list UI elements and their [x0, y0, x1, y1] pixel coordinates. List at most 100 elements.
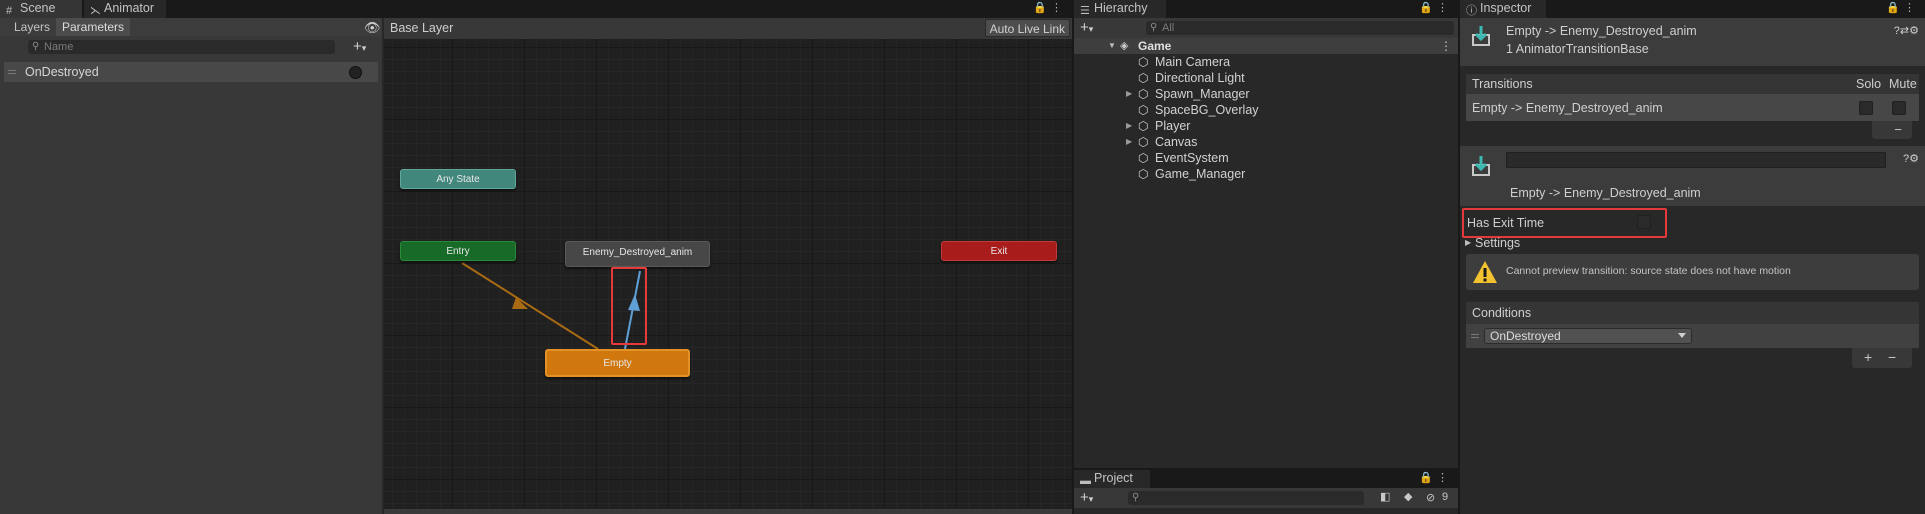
lock-and-menu-icon[interactable]: 🔒⋮	[1419, 471, 1452, 484]
tab-project[interactable]: ▬ Project	[1074, 470, 1150, 488]
expand-arrow-icon[interactable]: ▶	[1126, 134, 1132, 150]
project-window: ▬ Project 🔒⋮ +▾ ⚲ ◧ ◆ ⊘ 9	[1074, 470, 1458, 514]
node-entry-label: Entry	[446, 246, 470, 257]
remove-condition-button[interactable]: −	[1888, 349, 1896, 365]
inspector-subtitle: 1 AnimatorTransitionBase	[1506, 42, 1649, 56]
hierarchy-tabbar: ☰ Hierarchy 🔒⋮	[1074, 0, 1458, 18]
add-parameter-button[interactable]: +▾	[353, 39, 366, 56]
expand-arrow-icon[interactable]: ▶	[1126, 118, 1132, 134]
scene-row[interactable]: ▼ ◈ Game ⋮	[1074, 38, 1458, 54]
node-exit[interactable]: Exit	[941, 241, 1057, 261]
search-placeholder: Name	[44, 41, 74, 53]
graph-scrollbar[interactable]	[384, 509, 1072, 514]
scene-menu-icon[interactable]: ⋮	[1440, 38, 1452, 54]
transition-highlight-box	[611, 267, 647, 345]
tab-animator[interactable]: ⋋ Animator	[84, 0, 166, 18]
node-empty-label: Empty	[603, 358, 632, 369]
gameobject-cube-icon: ⬡	[1138, 151, 1149, 165]
hierarchy-item[interactable]: ⬡ Directional Light	[1138, 70, 1245, 86]
hierarchy-toolbar: +▾ ⚲ All	[1074, 18, 1458, 38]
hierarchy-item[interactable]: ⬡ Main Camera	[1138, 54, 1230, 70]
help-settings-icons[interactable]: ?⚙	[1903, 152, 1919, 165]
transition-lines	[461, 262, 641, 350]
tab-scene[interactable]: # Scene	[0, 0, 82, 18]
drag-handle-icon[interactable]	[1471, 334, 1479, 338]
solo-toggle[interactable]	[1859, 101, 1873, 115]
hierarchy-item-label: Player	[1155, 119, 1191, 133]
tab-animator-label: Animator	[104, 1, 155, 15]
project-search-input[interactable]: ⚲	[1128, 491, 1364, 505]
remove-transition-button[interactable]: −	[1894, 122, 1902, 137]
create-button[interactable]: +▾	[1080, 20, 1093, 37]
scene-name: Game	[1138, 39, 1172, 53]
tab-hierarchy[interactable]: ☰ Hierarchy	[1074, 0, 1166, 18]
hidden-packages-icon[interactable]: ⊘	[1426, 491, 1435, 504]
conditions-footer: + −	[1852, 348, 1912, 368]
drag-handle-icon[interactable]	[8, 70, 16, 74]
transition-asset-icon	[1470, 24, 1492, 48]
tab-layers[interactable]: Layers	[8, 18, 56, 36]
add-condition-button[interactable]: +	[1864, 349, 1872, 365]
expand-arrow-icon[interactable]: ▶	[1126, 86, 1132, 102]
inspector-window: ⓘ Inspector 🔒⋮ Empty -> Enemy_Destroyed_…	[1460, 0, 1925, 514]
warning-box: Cannot preview transition: source state …	[1466, 254, 1919, 290]
gameobject-cube-icon: ⬡	[1138, 103, 1149, 117]
hierarchy-item[interactable]: ⬡ Game_Manager	[1138, 166, 1245, 182]
inspector-tabbar: ⓘ Inspector 🔒⋮	[1460, 0, 1925, 18]
trigger-toggle[interactable]	[349, 66, 362, 79]
chevron-down-icon	[1678, 333, 1686, 338]
condition-parameter-value: OnDestroyed	[1490, 329, 1561, 343]
entry-transition-line[interactable]	[461, 262, 599, 350]
hierarchy-item[interactable]: ⬡ EventSystem	[1138, 150, 1229, 166]
hierarchy-item[interactable]: ▶ ⬡ Spawn_Manager	[1126, 86, 1250, 102]
parameter-row[interactable]: OnDestroyed	[4, 62, 378, 82]
hidden-count: 9	[1442, 491, 1449, 503]
node-any-state-label: Any State	[436, 174, 480, 185]
transition-detail-header: ?⚙ Empty -> Enemy_Destroyed_anim	[1460, 146, 1925, 206]
node-exit-label: Exit	[990, 246, 1008, 257]
project-toolbar: +▾ ⚲ ◧ ◆ ⊘ 9	[1074, 488, 1458, 508]
hierarchy-item-label: Canvas	[1155, 135, 1198, 149]
animator-graph[interactable]: Any State Entry Enemy_Destroyed_anim Exi…	[384, 39, 1072, 509]
tab-parameters[interactable]: Parameters	[56, 18, 131, 36]
conditions-label: Conditions	[1472, 306, 1532, 320]
transition-list-row[interactable]: Empty -> Enemy_Destroyed_anim	[1466, 94, 1919, 121]
tab-inspector[interactable]: ⓘ Inspector	[1460, 0, 1546, 18]
hierarchy-item[interactable]: ⬡ SpaceBG_Overlay	[1138, 102, 1259, 118]
parameters-panel: Layers Parameters ⚲ Name +▾ OnDestroyed	[0, 18, 382, 514]
settings-foldout[interactable]: Settings	[1475, 236, 1520, 250]
project-tabbar: ▬ Project 🔒⋮	[1074, 470, 1458, 488]
transition-name-field[interactable]	[1506, 152, 1886, 168]
node-enemy-destroyed-anim[interactable]: Enemy_Destroyed_anim	[565, 241, 710, 267]
parameter-search-input[interactable]: ⚲ Name	[28, 40, 335, 54]
layers-parameters-tabs: Layers Parameters	[0, 18, 382, 36]
gameobject-cube-icon: ⬡	[1138, 55, 1149, 69]
condition-parameter-dropdown[interactable]: OnDestroyed	[1484, 328, 1692, 344]
hierarchy-item-label: Spawn_Manager	[1155, 87, 1250, 101]
hierarchy-item-label: Directional Light	[1155, 71, 1245, 85]
transition-asset-icon	[1470, 154, 1492, 178]
label-tag-icon[interactable]: ◆	[1404, 490, 1412, 503]
lock-and-menu-icon[interactable]: 🔒⋮	[1886, 1, 1919, 14]
create-asset-button[interactable]: +▾	[1080, 490, 1093, 507]
eye-icon[interactable]: 👁	[364, 20, 381, 36]
graph-toolbar: 👁 Base Layer Auto Live Link	[364, 18, 1072, 39]
lock-and-menu-icon[interactable]: 🔒⋮	[1419, 1, 1452, 14]
warning-icon	[1473, 261, 1497, 283]
breadcrumb[interactable]: Base Layer	[390, 21, 453, 35]
node-any-state[interactable]: Any State	[400, 169, 516, 189]
expand-arrow-icon[interactable]: ▼	[1108, 38, 1116, 54]
hierarchy-search-input[interactable]: ⚲ All	[1146, 21, 1454, 35]
condition-row[interactable]: OnDestroyed	[1466, 324, 1919, 348]
help-settings-icons[interactable]: ?⇄⚙	[1894, 24, 1919, 37]
lock-and-menu-icon[interactable]: 🔒⋮	[1033, 1, 1066, 14]
transitions-label: Transitions	[1472, 77, 1533, 91]
settings-foldout-arrow-icon[interactable]: ▶	[1465, 238, 1471, 247]
hierarchy-item[interactable]: ▶ ⬡ Canvas	[1126, 134, 1198, 150]
mute-toggle[interactable]	[1892, 101, 1906, 115]
auto-live-link-button[interactable]: Auto Live Link	[984, 19, 1070, 37]
node-entry[interactable]: Entry	[400, 241, 516, 261]
hierarchy-item[interactable]: ▶ ⬡ Player	[1126, 118, 1191, 134]
search-by-type-icon[interactable]: ◧	[1380, 490, 1390, 503]
node-empty[interactable]: Empty	[545, 349, 690, 377]
